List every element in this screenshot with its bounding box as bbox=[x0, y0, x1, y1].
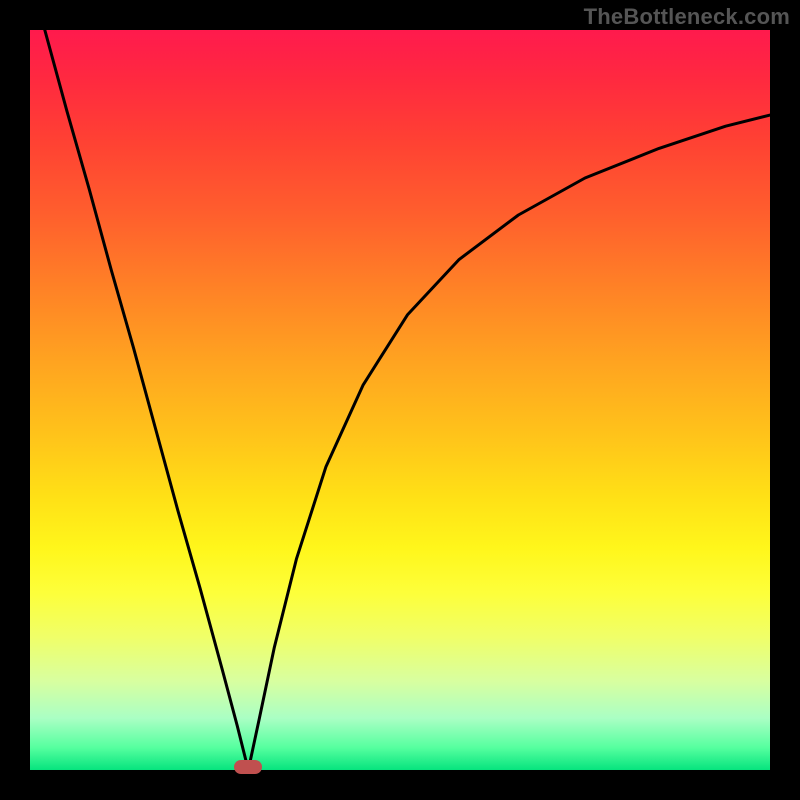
curve-svg bbox=[30, 30, 770, 770]
chart-frame: TheBottleneck.com bbox=[0, 0, 800, 800]
curve-right-branch bbox=[248, 115, 770, 770]
curve-left-branch bbox=[45, 30, 249, 770]
min-marker bbox=[234, 760, 262, 774]
plot-area bbox=[30, 30, 770, 770]
watermark-text: TheBottleneck.com bbox=[584, 4, 790, 30]
